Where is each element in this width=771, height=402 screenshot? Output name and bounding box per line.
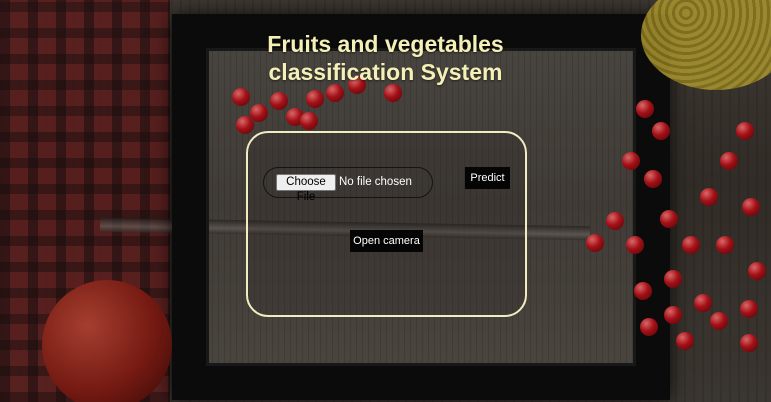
predict-button[interactable]: Predict bbox=[465, 167, 510, 189]
page-title-line1: Fruits and vegetables bbox=[267, 31, 504, 57]
open-camera-button[interactable]: Open camera bbox=[350, 230, 423, 252]
page-title: Fruits and vegetables classification Sys… bbox=[0, 30, 771, 86]
choose-file-button[interactable]: Choose File bbox=[276, 174, 336, 203]
file-status-text: No file chosen bbox=[339, 176, 412, 188]
page-title-line2: classification System bbox=[268, 59, 503, 85]
upload-panel bbox=[246, 131, 527, 317]
